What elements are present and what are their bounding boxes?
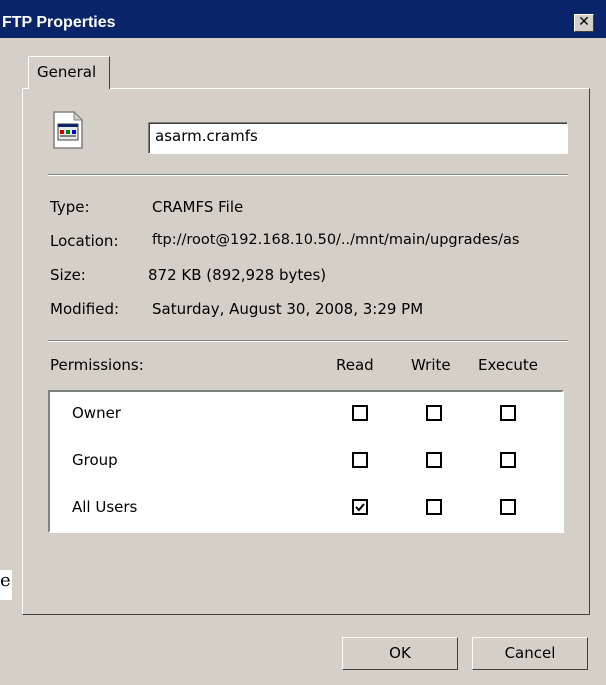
- size-label: Size:: [50, 266, 86, 284]
- type-label: Type:: [50, 198, 90, 216]
- location-label: Location:: [50, 232, 119, 250]
- column-read: Read: [336, 356, 374, 374]
- group-execute-checkbox[interactable]: [500, 452, 516, 468]
- close-button[interactable]: ✕: [574, 14, 594, 32]
- all-users-write-checkbox[interactable]: [426, 499, 442, 515]
- modified-label: Modified:: [50, 300, 120, 318]
- permissions-label: Permissions:: [50, 356, 144, 374]
- filename-input[interactable]: asarm.cramfs: [148, 122, 568, 154]
- size-value: 872 KB (892,928 bytes): [148, 266, 327, 284]
- owner-read-checkbox[interactable]: [352, 405, 368, 421]
- close-icon: ✕: [578, 14, 590, 30]
- all-users-read-checkbox[interactable]: [352, 499, 368, 515]
- stray-glyph: e: [0, 570, 12, 600]
- ok-button[interactable]: OK: [342, 637, 458, 670]
- row-all-users-label: All Users: [72, 498, 138, 516]
- permissions-list: Owner Group All Users: [48, 390, 564, 533]
- modified-value: Saturday, August 30, 2008, 3:29 PM: [152, 300, 424, 318]
- title-bar[interactable]: FTP Properties ✕: [0, 0, 606, 38]
- owner-write-checkbox[interactable]: [426, 405, 442, 421]
- checkmark-icon: [355, 503, 365, 512]
- separator-top: [48, 174, 568, 176]
- general-panel: [22, 88, 590, 615]
- type-value: CRAMFS File: [152, 198, 244, 216]
- group-write-checkbox[interactable]: [426, 452, 442, 468]
- ftp-properties-dialog: FTP Properties ✕ General asarm.cramfs Ty…: [0, 0, 606, 685]
- tab-general-label: General: [37, 63, 97, 81]
- separator-mid: [48, 340, 568, 342]
- column-execute: Execute: [478, 356, 538, 374]
- tab-general[interactable]: General: [28, 56, 110, 89]
- all-users-execute-checkbox[interactable]: [500, 499, 516, 515]
- location-value: ftp://root@192.168.10.50/../mnt/main/upg…: [152, 232, 520, 248]
- cramfs-file-icon: [52, 110, 84, 150]
- window-title: FTP Properties: [2, 14, 116, 31]
- owner-execute-checkbox[interactable]: [500, 405, 516, 421]
- row-owner-label: Owner: [72, 404, 121, 422]
- column-write: Write: [411, 356, 451, 374]
- cancel-button[interactable]: Cancel: [472, 637, 588, 670]
- group-read-checkbox[interactable]: [352, 452, 368, 468]
- row-group-label: Group: [72, 451, 118, 469]
